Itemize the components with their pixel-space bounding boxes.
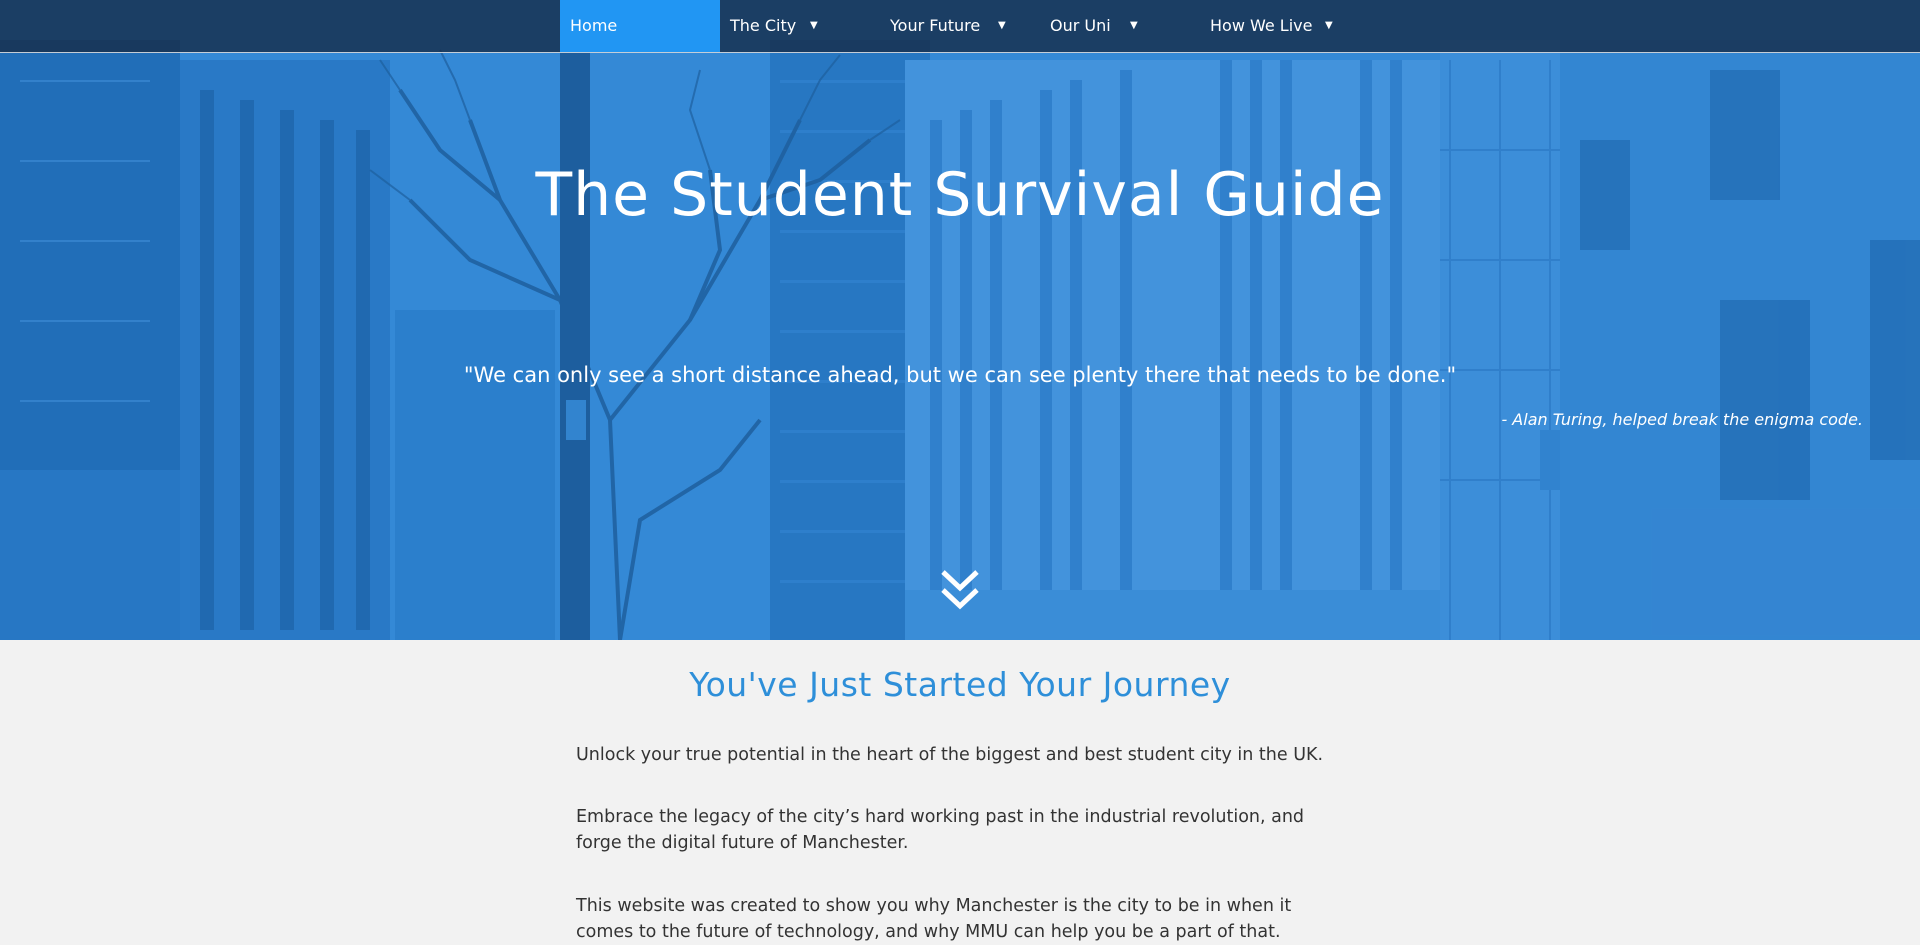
nav-item-label: The City: [730, 16, 797, 35]
quote-attribution: - Alan Turing, helped break the enigma c…: [1501, 410, 1863, 429]
hero-banner: [0, 0, 1920, 640]
nav-item-label: Your Future: [890, 16, 981, 35]
intro-paragraph: This website was created to show you why…: [576, 896, 1292, 942]
nav-item-the-city[interactable]: The City: [720, 0, 880, 52]
nav-item-our-uni[interactable]: Our Uni: [1040, 0, 1200, 52]
double-chevron-down-icon[interactable]: [940, 568, 980, 612]
main-navigation: Home The City ▼ Your Future ▼ Our Uni ▼ …: [0, 0, 1920, 53]
hero-color-overlay: [0, 0, 1920, 640]
dropdown-caret-icon[interactable]: ▼: [1325, 0, 1333, 52]
dropdown-caret-icon[interactable]: ▼: [810, 0, 818, 52]
intro-paragraph: Unlock your true potential in the heart …: [576, 745, 1324, 765]
section-heading: You've Just Started Your Journey: [689, 665, 1231, 704]
nav-item-label: Our Uni: [1050, 16, 1111, 35]
nav-item-your-future[interactable]: Your Future: [880, 0, 1040, 52]
nav-item-label: Home: [570, 16, 618, 35]
dropdown-caret-icon[interactable]: ▼: [1130, 0, 1138, 52]
dropdown-caret-icon[interactable]: ▼: [998, 0, 1006, 52]
hero-title: The Student Survival Guide: [535, 160, 1385, 230]
nav-item-how-we-live[interactable]: How We Live: [1200, 0, 1360, 52]
nav-item-home[interactable]: Home: [560, 0, 720, 52]
nav-item-label: How We Live: [1210, 16, 1313, 35]
hero-quote: "We can only see a short distance ahead,…: [463, 363, 1457, 387]
intro-paragraph: Embrace the legacy of the city’s hard wo…: [576, 807, 1305, 853]
